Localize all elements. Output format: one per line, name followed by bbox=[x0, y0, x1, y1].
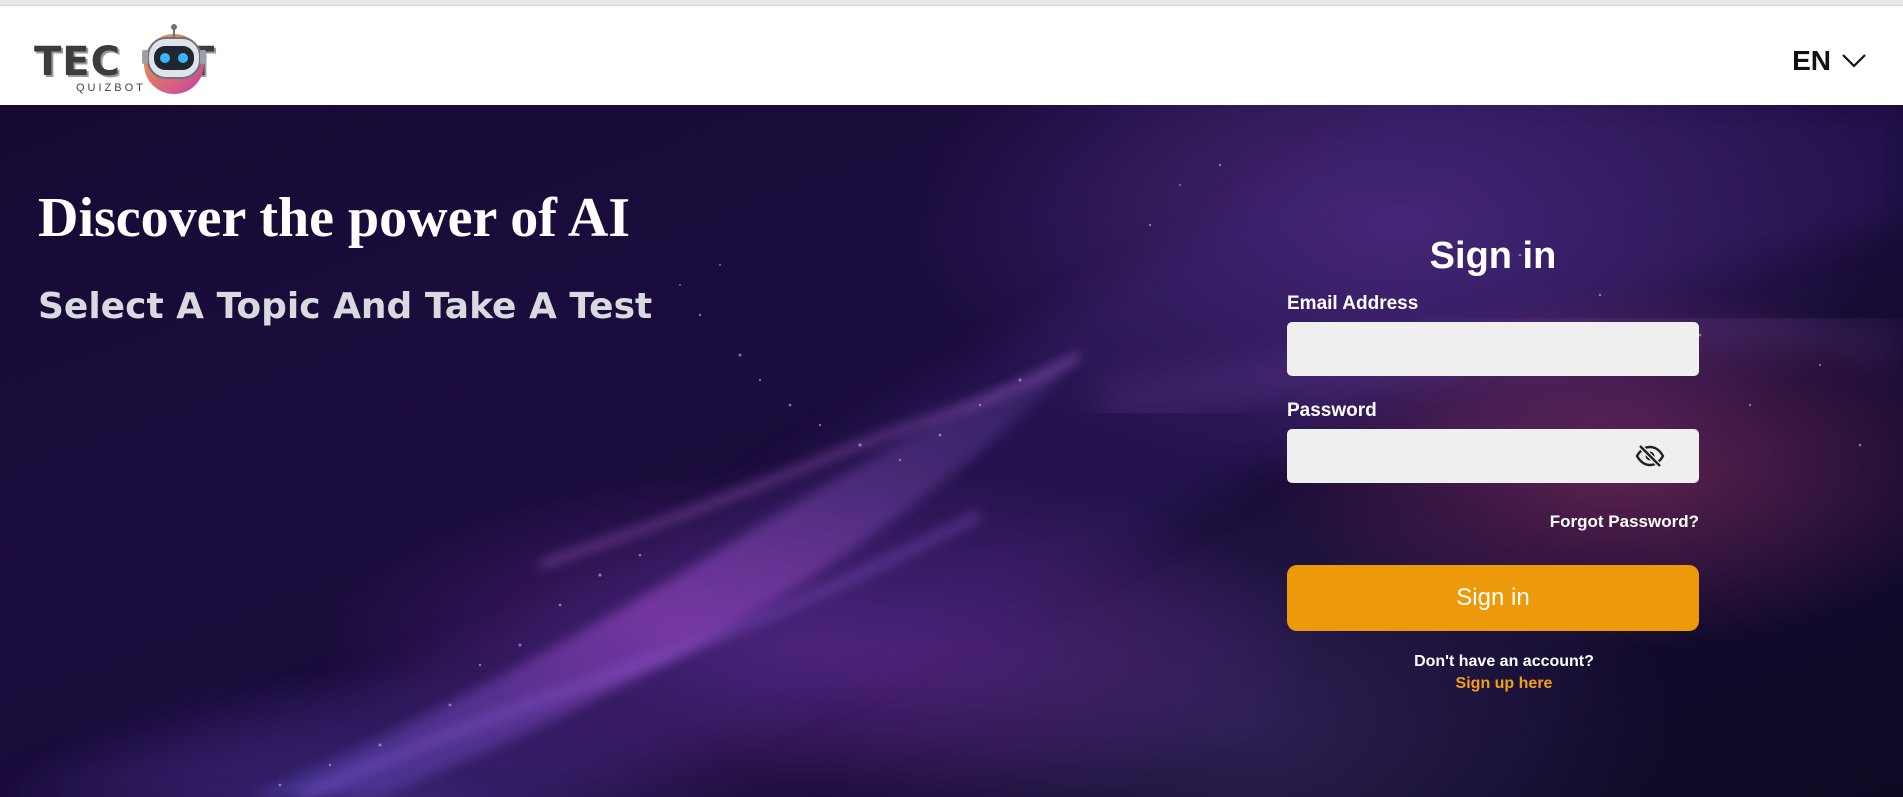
signin-button[interactable]: Sign in bbox=[1287, 565, 1699, 631]
forgot-password-link[interactable]: Forgot Password? bbox=[1287, 511, 1699, 533]
email-label: Email Address bbox=[1287, 293, 1419, 314]
chevron-down-icon bbox=[1842, 54, 1866, 68]
no-account-text: Don't have an account? bbox=[1414, 653, 1594, 670]
signin-form: Sign in Email Address Password Forgot Pa… bbox=[1287, 233, 1699, 695]
password-label: Password bbox=[1287, 400, 1377, 421]
signup-link[interactable]: Sign up here bbox=[1287, 673, 1721, 695]
signin-title: Sign in bbox=[1429, 235, 1557, 277]
hero-section: Discover the power of AI Select A Topic … bbox=[0, 105, 1903, 797]
site-header: TECT QUIZBOT EN bbox=[0, 6, 1903, 105]
logo-subtitle: QUIZBOT bbox=[76, 82, 146, 94]
techbot-logo[interactable]: TECT QUIZBOT bbox=[34, 20, 234, 95]
email-field-wrapper bbox=[1287, 322, 1699, 376]
password-field-wrapper bbox=[1287, 429, 1699, 483]
eye-slash-icon[interactable] bbox=[1635, 444, 1665, 468]
language-selector[interactable]: EN bbox=[1792, 42, 1867, 80]
language-label: EN bbox=[1792, 45, 1831, 76]
hero-subheadline: Select A Topic And Take A Test bbox=[38, 286, 653, 327]
email-field[interactable] bbox=[1287, 322, 1699, 376]
hero-headline: Discover the power of AI bbox=[38, 187, 631, 249]
